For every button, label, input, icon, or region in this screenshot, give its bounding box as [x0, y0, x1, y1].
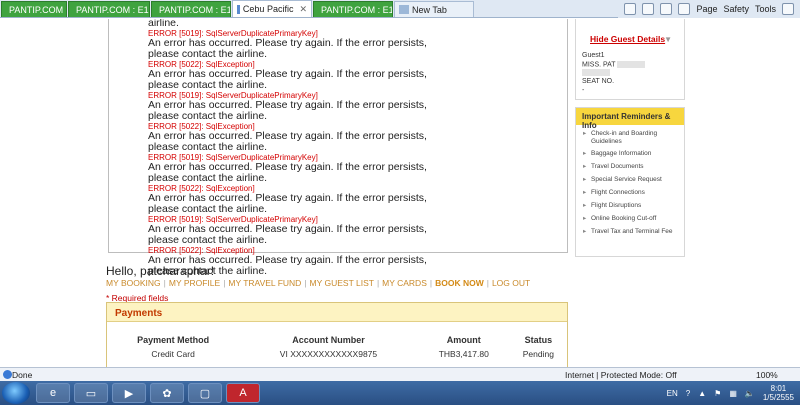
help-icon[interactable] — [782, 3, 794, 15]
payments-title: Payments — [107, 303, 567, 322]
system-tray: EN ? ▲ ⚑ ▦ 🔈 8:01 1/5/2555 — [667, 381, 800, 405]
column-header: Amount — [446, 335, 481, 345]
nav-my-profile[interactable]: MY PROFILE — [166, 278, 223, 288]
nav-my-guest-list[interactable]: MY GUEST LIST — [307, 278, 377, 288]
tray-expand-icon[interactable]: ▲ — [698, 389, 706, 398]
flag-icon[interactable]: ⚑ — [714, 389, 721, 398]
status-bar: Done Internet | Protected Mode: Off 100% — [0, 367, 800, 381]
language-indicator[interactable]: EN — [667, 389, 678, 398]
start-button[interactable] — [2, 382, 30, 404]
error-message: An error has occurred. Please try again.… — [148, 37, 427, 60]
folder-icon[interactable]: ▭ — [74, 383, 108, 403]
reminders-box: Important Reminders & Info Check-in and … — [575, 107, 685, 257]
column-header: Status — [524, 335, 553, 345]
error-item: ERROR [5019]: SqlServerDuplicatePrimaryK… — [148, 29, 567, 60]
cebu-favicon-icon — [237, 4, 240, 14]
reminder-link[interactable]: Check-in and Boarding Guidelines — [576, 130, 684, 148]
column-header: Payment Method — [137, 335, 210, 345]
window-icon[interactable]: ▢ — [188, 383, 222, 403]
greeting: Hello, patcharaphar! — [106, 264, 215, 278]
tab-pantip-2[interactable]: PANTIP.COM : E1... — [68, 1, 150, 17]
redacted-line — [582, 69, 645, 78]
guest-name: MISS. PAT — [582, 60, 646, 70]
error-item: ERROR [5022]: SqlException] An error has … — [148, 60, 567, 91]
tab-pantip-1[interactable]: PANTIP.COM : E1... — [1, 1, 67, 17]
reminders-title: Important Reminders & Info — [576, 108, 684, 130]
seat-label: SEAT NO. — [582, 78, 615, 86]
media-player-icon[interactable]: ▶ — [112, 383, 146, 403]
tab-pantip-3[interactable]: PANTIP.COM : E1... — [151, 1, 231, 17]
payment-amount: THB3,417.80 — [438, 348, 489, 359]
account-number: VI XXXXXXXXXXXX9875 — [279, 348, 378, 359]
guest-info: Guest1 MISS. PAT SEAT NO. - — [582, 52, 646, 95]
nav-my-booking[interactable]: MY BOOKING — [106, 278, 164, 288]
close-tab-icon[interactable]: ✕ — [299, 4, 307, 15]
error-message: An error has occurred. Please try again.… — [148, 99, 427, 122]
error-message: An error has occurred. Please try again.… — [148, 223, 427, 246]
reminders-list: Check-in and Boarding Guidelines Baggage… — [576, 130, 684, 241]
reminder-link[interactable]: Baggage Information — [576, 150, 684, 163]
clock[interactable]: 8:01 1/5/2555 — [763, 384, 794, 402]
status-text: Done — [12, 369, 33, 380]
page-status-icon — [3, 370, 12, 379]
redacted-name — [617, 60, 646, 68]
nav-my-travel-fund[interactable]: MY TRAVEL FUND — [225, 278, 304, 288]
guest-details-box: Hide Guest Details ▼ Guest1 MISS. PAT SE… — [575, 19, 685, 100]
error-message: An error has occurred. Please try again.… — [148, 68, 427, 91]
home-icon[interactable] — [624, 3, 637, 15]
table-header-row: Payment Method Account Number Amount Sta… — [107, 334, 567, 346]
reminder-link[interactable]: Online Booking Cut-off — [576, 215, 684, 228]
help-icon[interactable]: ? — [686, 389, 690, 398]
nav-log-out[interactable]: LOG OUT — [489, 278, 533, 288]
error-message-tail: airline. — [148, 19, 179, 29]
tab-new-tab[interactable]: New Tab — [394, 1, 474, 17]
command-bar: Page Safety Tools — [618, 0, 800, 18]
account-nav: MY BOOKING | MY PROFILE | MY TRAVEL FUND | … — [106, 278, 533, 288]
network-icon[interactable]: ▦ — [729, 389, 737, 398]
tab-cebu-pacific[interactable]: Cebu Pacific ✕ — [232, 0, 312, 17]
volume-icon[interactable]: 🔈 — [745, 389, 755, 398]
new-tab-icon — [399, 5, 409, 14]
payments-table: Payment Method Account Number Amount Sta… — [107, 334, 567, 361]
error-message: An error has occurred. Please try again.… — [148, 161, 427, 184]
reminder-link[interactable]: Flight Connections — [576, 189, 684, 202]
reminder-link[interactable]: Special Service Request — [576, 176, 684, 189]
feeds-icon[interactable] — [642, 3, 655, 15]
column-header: Account Number — [292, 335, 365, 345]
payment-method: Credit Card — [151, 348, 195, 359]
table-row: Credit Card VI XXXXXXXXXXXX9875 THB3,417… — [107, 346, 567, 361]
error-list: airline. ERROR [5019]: SqlServerDuplicat… — [108, 19, 568, 277]
tab-pantip-4[interactable]: PANTIP.COM : E1... — [313, 1, 393, 17]
messenger-icon[interactable]: ✿ — [150, 383, 184, 403]
error-message: An error has occurred. Please try again.… — [148, 130, 427, 153]
seat-value: - — [582, 86, 585, 94]
tools-menu[interactable]: Tools — [755, 4, 776, 14]
zoom-level[interactable]: 100% — [756, 370, 778, 380]
pdf-reader-icon[interactable]: A — [226, 383, 260, 403]
safety-menu[interactable]: Safety — [723, 4, 749, 14]
guest-label: Guest1 — [582, 52, 605, 59]
error-message: An error has occurred. Please try again.… — [148, 192, 427, 215]
print-icon[interactable] — [678, 3, 691, 15]
error-item: ERROR [5019]: SqlServerDuplicatePrimaryK… — [148, 91, 567, 122]
error-item: ERROR [5022]: SqlException] An error has … — [148, 122, 567, 153]
reminder-link[interactable]: Travel Documents — [576, 163, 684, 176]
nav-book-now[interactable]: BOOK NOW — [432, 278, 487, 288]
reminder-link[interactable]: Travel Tax and Terminal Fee — [576, 228, 684, 241]
collapse-arrow-icon[interactable]: ▼ — [664, 35, 672, 44]
page-content: airline. ERROR [5019]: SqlServerDuplicat… — [0, 19, 800, 367]
nav-my-cards[interactable]: MY CARDS — [379, 278, 430, 288]
security-zone[interactable]: Internet | Protected Mode: Off — [565, 370, 677, 380]
payments-panel: Payments Payment Method Account Number A… — [106, 302, 568, 367]
error-item: ERROR [5022]: SqlException] An error has … — [148, 184, 567, 215]
error-item: ERROR [5019]: SqlServerDuplicatePrimaryK… — [148, 215, 567, 246]
internet-explorer-icon[interactable]: e — [36, 383, 70, 403]
payment-status: Pending — [522, 348, 554, 359]
page-menu[interactable]: Page — [696, 4, 717, 14]
error-item: ERROR [5019]: SqlServerDuplicatePrimaryK… — [148, 153, 567, 184]
mail-icon[interactable] — [660, 3, 673, 15]
taskbar: e ▭ ▶ ✿ ▢ A EN ? ▲ ⚑ ▦ 🔈 8:01 1/5/2555 — [0, 381, 800, 405]
reminder-link[interactable]: Flight Disruptions — [576, 202, 684, 215]
